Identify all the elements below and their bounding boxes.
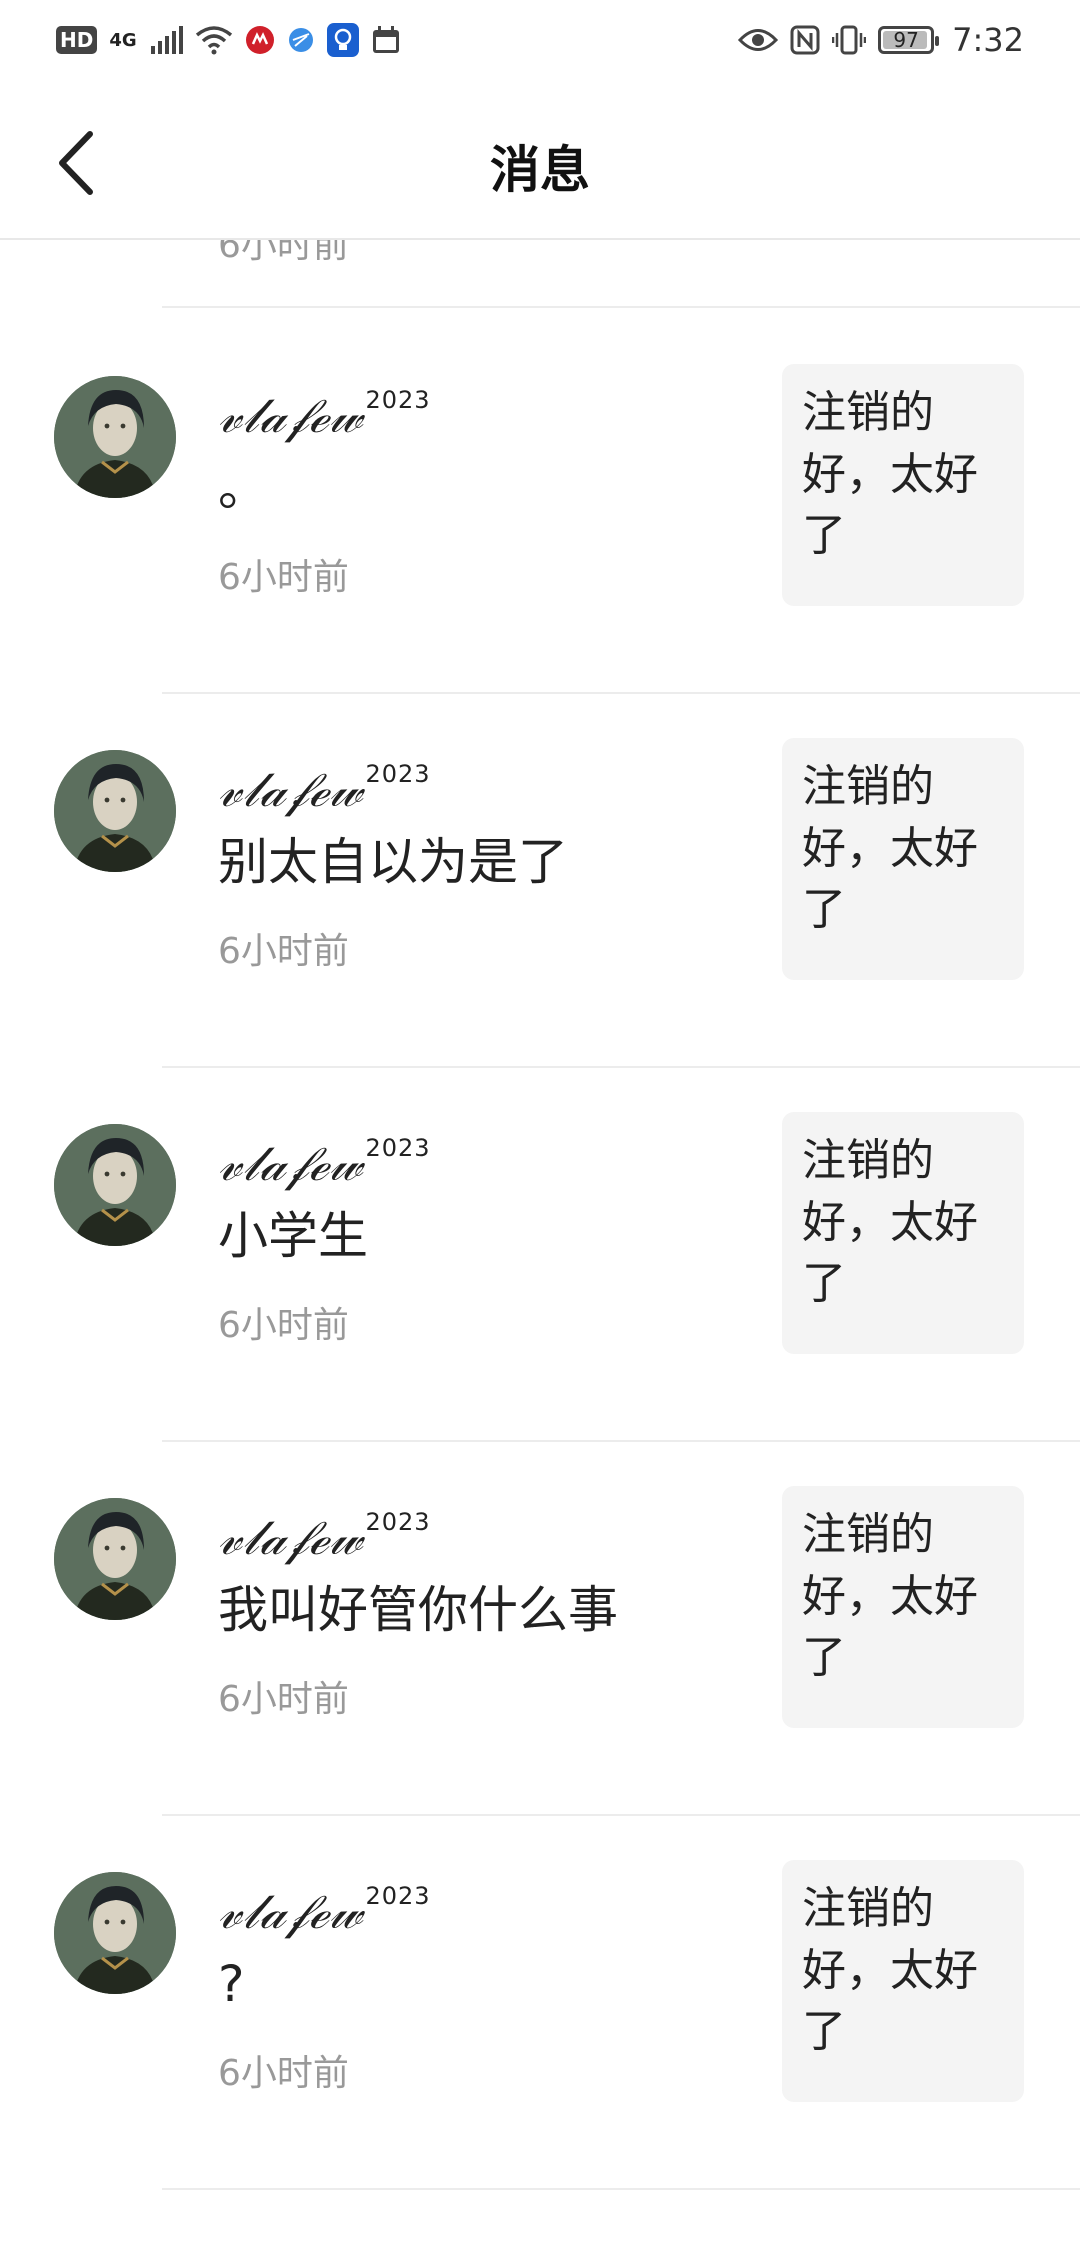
item-time: 6小时前	[218, 2053, 349, 2094]
username[interactable]: 𝓋𝓁𝒶𝒻ℯ𝓌2023	[218, 388, 431, 440]
item-time: 6小时前	[218, 240, 349, 266]
battery-icon: 97	[878, 26, 940, 54]
signal-icon	[149, 26, 183, 54]
status-bar-left: HD 4G	[56, 23, 401, 57]
message-text: 我叫好管你什么事	[218, 1581, 618, 1639]
list-item-partial[interactable]: 6小时前	[0, 240, 1080, 308]
avatar-image	[54, 1498, 176, 1620]
username[interactable]: 𝓋𝓁𝒶𝒻ℯ𝓌2023	[218, 1510, 431, 1562]
avatar-image	[54, 750, 176, 872]
item-time: 6小时前	[218, 1679, 349, 1720]
username[interactable]: 𝓋𝓁𝒶𝒻ℯ𝓌2023	[218, 762, 431, 814]
message-text: ?	[218, 1955, 245, 2013]
item-time: 6小时前	[218, 557, 349, 598]
item-time: 6小时前	[218, 1305, 349, 1346]
quoted-card[interactable]: 注销的好，太好了	[782, 738, 1024, 980]
avatar[interactable]	[54, 1872, 176, 1994]
avatar[interactable]	[54, 1498, 176, 1620]
message-text: 小学生	[218, 1207, 368, 1265]
hd-icon: HD	[56, 26, 98, 54]
avatar-image	[54, 1872, 176, 1994]
list-item[interactable]: 𝓋𝓁𝒶𝒻ℯ𝓌2023 。 6小时前 注销的好，太好了	[0, 320, 1080, 694]
quoted-card[interactable]: 注销的好，太好了	[782, 1486, 1024, 1728]
item-time: 6小时前	[218, 931, 349, 972]
status-bar: HD 4G 97 7:32	[0, 0, 1080, 80]
quoted-card[interactable]: 注销的好，太好了	[782, 364, 1024, 606]
battery-level: 97	[893, 28, 919, 52]
message-text: 。	[218, 459, 268, 517]
avatar-image	[54, 1124, 176, 1246]
status-bar-right: 97 7:32	[738, 21, 1024, 59]
divider	[162, 2188, 1080, 2190]
clock: 7:32	[952, 21, 1024, 59]
vibrate-icon	[832, 25, 867, 55]
avatar-image	[54, 376, 176, 498]
message-text: 别太自以为是了	[218, 833, 568, 891]
list-item[interactable]: 𝓋𝓁𝒶𝒻ℯ𝓌2023 别太自以为是了 6小时前 注销的好，太好了	[0, 694, 1080, 1068]
avatar[interactable]	[54, 1124, 176, 1246]
network-type: 4G	[109, 29, 137, 51]
username[interactable]: 𝓋𝓁𝒶𝒻ℯ𝓌2023	[218, 1136, 431, 1188]
app-icon	[245, 25, 275, 55]
divider	[162, 306, 1080, 308]
nfc-icon	[790, 25, 820, 55]
list-item[interactable]: 𝓋𝓁𝒶𝒻ℯ𝓌2023 小学生 6小时前 注销的好，太好了	[0, 1068, 1080, 1442]
quoted-card[interactable]: 注销的好，太好了	[782, 1860, 1024, 2102]
page-title: 消息	[490, 141, 590, 199]
username[interactable]: 𝓋𝓁𝒶𝒻ℯ𝓌2023	[218, 1884, 431, 1936]
calendar-icon	[371, 25, 401, 55]
avatar[interactable]	[54, 376, 176, 498]
wifi-icon	[195, 25, 233, 55]
eye-icon	[738, 27, 779, 53]
quoted-card[interactable]: 注销的好，太好了	[782, 1112, 1024, 1354]
list-item[interactable]: 𝓋𝓁𝒶𝒻ℯ𝓌2023 我叫好管你什么事 6小时前 注销的好，太好了	[0, 1442, 1080, 1816]
avatar[interactable]	[54, 750, 176, 872]
app-header: 消息	[0, 80, 1080, 240]
message-list[interactable]: 6小时前 𝓋𝓁𝒶𝒻ℯ𝓌2023 。 6小时前 注销的好，太好了 𝓋𝓁𝒶𝒻ℯ𝓌20…	[0, 240, 1080, 2244]
bulb-icon	[326, 23, 359, 57]
vpn-icon	[287, 26, 315, 54]
list-item[interactable]: 𝓋𝓁𝒶𝒻ℯ𝓌2023 ? 6小时前 注销的好，太好了	[0, 1816, 1080, 2190]
